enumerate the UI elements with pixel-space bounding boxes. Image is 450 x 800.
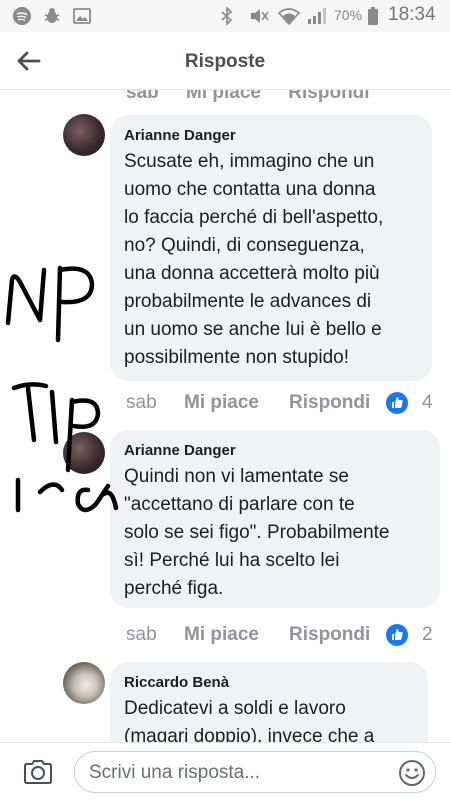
battery-icon bbox=[368, 7, 378, 25]
spotify-icon bbox=[13, 7, 31, 25]
comment-bubble: Arianne Danger Scusate eh, immagino che … bbox=[110, 115, 432, 381]
bug-icon bbox=[44, 8, 60, 23]
page-title: Risposte bbox=[184, 51, 266, 72]
like-button[interactable]: Mi piace bbox=[184, 624, 259, 646]
comment-actions: sab Mi piace Rispondi 2 bbox=[126, 624, 436, 650]
previous-comment-actions: sab Mi piace Rispondi bbox=[126, 90, 392, 104]
camera-icon[interactable] bbox=[22, 757, 54, 787]
like-reaction-icon bbox=[386, 392, 408, 414]
like-button[interactable]: Mi piace bbox=[184, 392, 259, 414]
avatar[interactable] bbox=[63, 662, 105, 704]
like-count[interactable]: 4 bbox=[422, 392, 433, 414]
mute-icon bbox=[251, 9, 269, 23]
battery-percent: 70% bbox=[334, 7, 363, 23]
comment-text: Scusate eh, immagino che un uomo che con… bbox=[124, 151, 384, 368]
like-count[interactable]: 2 bbox=[422, 624, 433, 646]
comment-feed[interactable]: sab Mi piace Rispondi Arianne Danger Scu… bbox=[0, 90, 450, 742]
previous-like-button[interactable]: Mi piace bbox=[186, 90, 261, 103]
avatar[interactable] bbox=[63, 114, 105, 156]
like-reaction-icon bbox=[386, 624, 408, 646]
image-icon bbox=[73, 8, 91, 24]
wifi-icon bbox=[278, 8, 300, 26]
comment-bubble: Riccardo Benà Dedicatevi a soldi e lavor… bbox=[110, 662, 428, 742]
clock: 18:34 bbox=[388, 4, 436, 25]
comment-timestamp: sab bbox=[126, 392, 157, 413]
reply-field[interactable] bbox=[74, 751, 436, 793]
reply-button[interactable]: Rispondi bbox=[289, 624, 370, 646]
comment-text: Quindi non vi lamentate se "accettano di… bbox=[124, 466, 390, 599]
bluetooth-icon bbox=[221, 6, 233, 26]
reply-button[interactable]: Rispondi bbox=[289, 392, 370, 414]
reply-input[interactable] bbox=[89, 762, 389, 784]
comment-author[interactable]: Arianne Danger bbox=[124, 442, 426, 459]
comment-author[interactable]: Arianne Danger bbox=[124, 127, 418, 144]
previous-timestamp: sab bbox=[126, 90, 159, 103]
status-bar: 70% 18:34 bbox=[0, 0, 450, 32]
app-header: Risposte bbox=[0, 32, 450, 90]
comment-timestamp: sab bbox=[126, 624, 157, 645]
comment-text: Dedicatevi a soldi e lavoro (magari dopp… bbox=[124, 698, 375, 742]
comment-actions: sab Mi piace Rispondi 4 bbox=[126, 392, 436, 418]
emoji-icon[interactable] bbox=[397, 758, 427, 788]
reply-composer bbox=[0, 742, 450, 800]
signal-icon bbox=[308, 8, 326, 24]
previous-reply-button[interactable]: Rispondi bbox=[288, 90, 369, 103]
comment-bubble: Arianne Danger Quindi non vi lamentate s… bbox=[110, 430, 440, 608]
avatar[interactable] bbox=[63, 432, 105, 474]
comment-author[interactable]: Riccardo Benà bbox=[124, 674, 414, 691]
